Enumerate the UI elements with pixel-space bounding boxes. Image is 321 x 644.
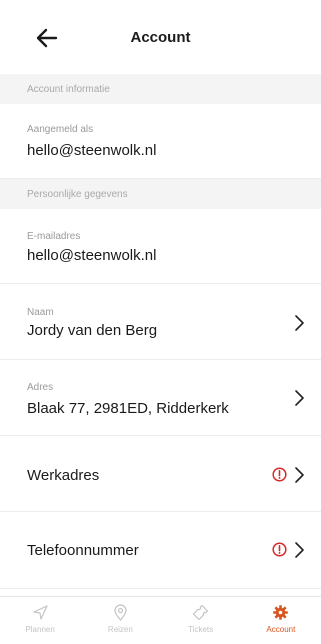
tab-label: Tickets: [188, 625, 214, 634]
location-pin-icon: [114, 604, 127, 621]
section-header-account-info: Account informatie: [0, 74, 321, 104]
warning-icon: [272, 542, 287, 557]
phone-row[interactable]: Telefoonnummer: [0, 512, 321, 589]
address-value: Blaak 77, 2981ED, Ridderkerk: [27, 400, 229, 417]
tab-tickets[interactable]: Tickets: [161, 597, 241, 644]
back-arrow-icon[interactable]: [36, 26, 58, 50]
tab-reizen[interactable]: Reizen: [80, 597, 160, 644]
work-address-label: Werkadres: [27, 467, 100, 484]
name-row[interactable]: Naam Jordy van den Berg: [0, 284, 321, 360]
email-label: E-mailadres: [27, 231, 81, 242]
chevron-right-icon: [295, 390, 304, 406]
logged-in-value: hello@steenwolk.nl: [27, 142, 157, 159]
logged-in-row: Aangemeld als hello@steenwolk.nl: [0, 104, 321, 179]
name-value: Jordy van den Berg: [27, 322, 158, 339]
tab-label: Plannen: [25, 625, 55, 634]
tab-plannen[interactable]: Plannen: [0, 597, 80, 644]
ticket-icon: [193, 604, 209, 621]
warning-icon: [272, 467, 287, 482]
page-title: Account: [130, 28, 191, 46]
work-address-row[interactable]: Werkadres: [0, 436, 321, 512]
phone-label: Telefoonnummer: [27, 542, 139, 559]
gear-icon: [273, 605, 289, 620]
logged-in-label: Aangemeld als: [27, 124, 94, 135]
address-row[interactable]: Adres Blaak 77, 2981ED, Ridderkerk: [0, 360, 321, 436]
chevron-right-icon: [295, 467, 304, 483]
tab-label: Reizen: [107, 625, 133, 634]
chevron-right-icon: [295, 315, 304, 331]
navigation-arrow-icon: [33, 605, 48, 620]
tab-label: Account: [266, 625, 296, 634]
email-row: E-mailadres hello@steenwolk.nl: [0, 209, 321, 284]
address-label: Adres: [27, 382, 54, 393]
tab-account[interactable]: Account: [241, 597, 321, 644]
chevron-right-icon: [295, 542, 304, 558]
email-value: hello@steenwolk.nl: [27, 247, 157, 264]
name-label: Naam: [27, 307, 54, 318]
header: Account: [0, 0, 321, 74]
section-header-personal: Persoonlijke gegevens: [0, 179, 321, 209]
bottom-tab-bar: Plannen Reizen Tickets Account: [0, 596, 321, 644]
